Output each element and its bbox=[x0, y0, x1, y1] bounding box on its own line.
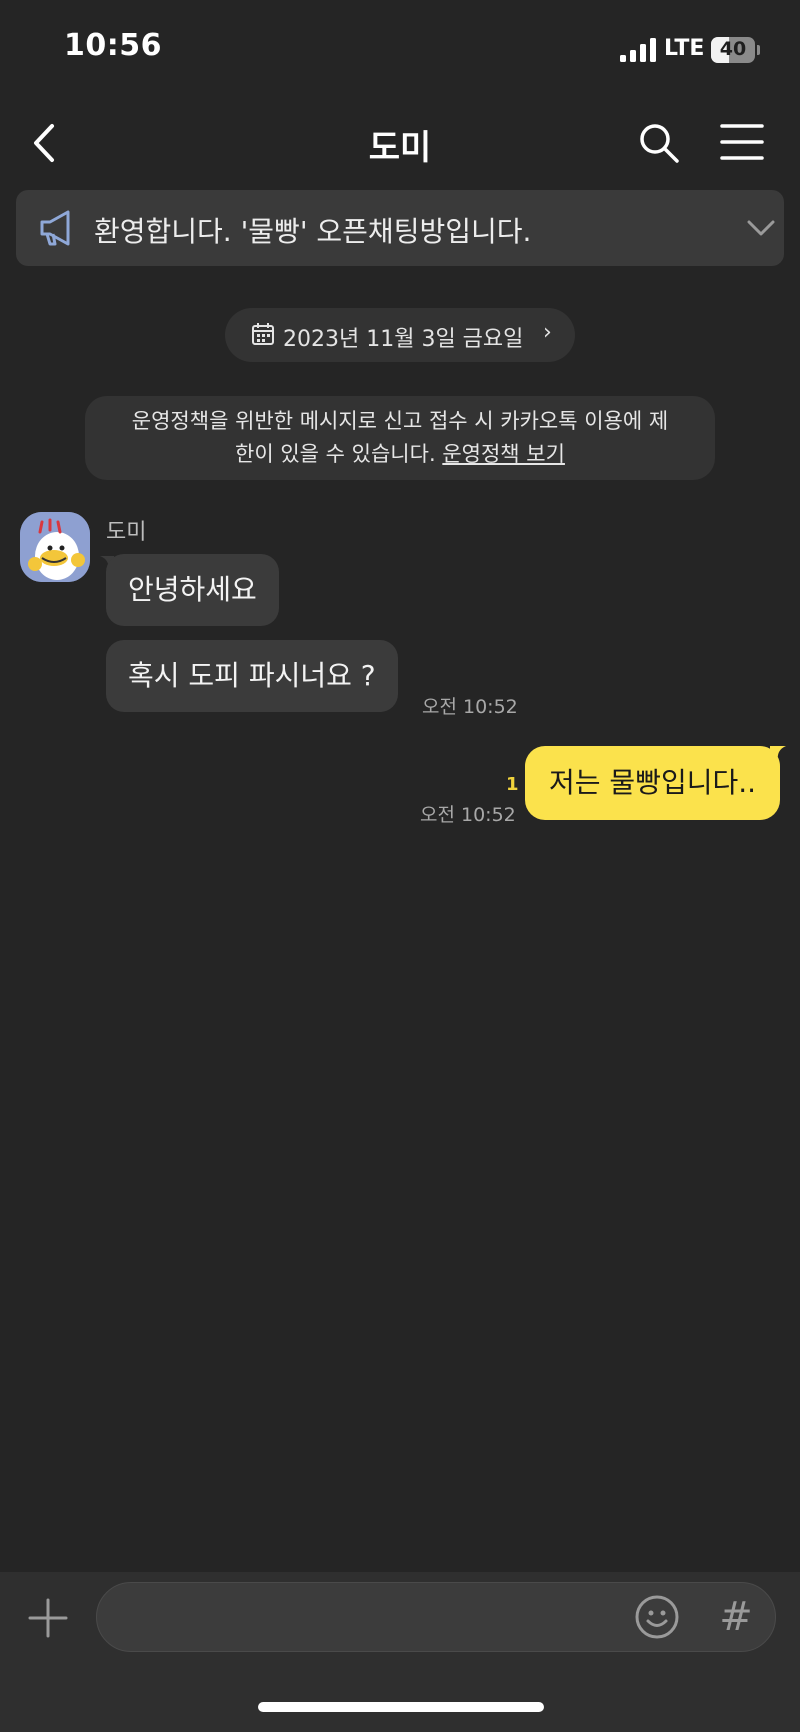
emoji-button[interactable] bbox=[634, 1594, 680, 1640]
date-text: 2023년 11월 3일 금요일 bbox=[283, 327, 524, 352]
profile-avatar-image bbox=[20, 512, 90, 582]
date-divider[interactable]: 2023년 11월 3일 금요일 › bbox=[225, 308, 575, 362]
unread-count: 1 bbox=[506, 774, 519, 795]
back-button[interactable] bbox=[22, 118, 72, 168]
policy-line-2-text: 한이 있을 수 있습니다. bbox=[235, 442, 436, 466]
sent-message[interactable]: 저는 물빵입니다.. bbox=[525, 746, 781, 820]
chat-title: 도미 bbox=[368, 128, 432, 168]
message-time: 오전 10:52 bbox=[422, 696, 518, 718]
menu-button[interactable] bbox=[718, 120, 766, 164]
policy-line-2: 한이 있을 수 있습니다. 운영정책 보기 bbox=[85, 438, 715, 471]
plus-button[interactable] bbox=[26, 1596, 70, 1640]
emoji-icon bbox=[635, 1595, 679, 1639]
avatar[interactable] bbox=[20, 512, 90, 582]
battery-icon: 40 bbox=[711, 37, 760, 63]
search-button[interactable] bbox=[634, 118, 684, 168]
notice-banner[interactable]: 환영합니다. '물빵' 오픈채팅방입니다. bbox=[16, 190, 784, 266]
calendar-icon bbox=[252, 323, 274, 345]
hashtag-button[interactable]: # bbox=[716, 1594, 756, 1640]
message-time: 오전 10:52 bbox=[420, 804, 516, 826]
hamburger-menu-icon bbox=[720, 124, 764, 160]
chevron-left-icon bbox=[34, 124, 54, 162]
signal-bars-icon bbox=[620, 38, 656, 62]
chevron-right-icon: › bbox=[543, 320, 552, 345]
policy-link[interactable]: 운영정책 보기 bbox=[442, 442, 565, 466]
network-type: LTE bbox=[664, 36, 705, 61]
plus-icon bbox=[28, 1598, 68, 1638]
bubble-tail bbox=[770, 746, 786, 762]
notice-text: 환영합니다. '물빵' 오픈채팅방입니다. bbox=[94, 215, 532, 248]
policy-notice: 운영정책을 위반한 메시지로 신고 접수 시 카카오톡 이용에 제 한이 있을 … bbox=[85, 396, 715, 480]
chevron-down-icon[interactable] bbox=[746, 214, 776, 242]
status-time: 10:56 bbox=[64, 28, 162, 63]
sender-name: 도미 bbox=[106, 520, 147, 545]
battery-level: 40 bbox=[719, 38, 747, 60]
home-indicator[interactable] bbox=[258, 1702, 544, 1712]
search-icon bbox=[640, 124, 679, 163]
policy-line-1: 운영정책을 위반한 메시지로 신고 접수 시 카카오톡 이용에 제 bbox=[131, 409, 669, 433]
received-message[interactable]: 안녕하세요 bbox=[106, 554, 279, 626]
megaphone-icon bbox=[40, 210, 70, 246]
received-message[interactable]: 혹시 도피 파시너요 ? bbox=[106, 640, 398, 712]
